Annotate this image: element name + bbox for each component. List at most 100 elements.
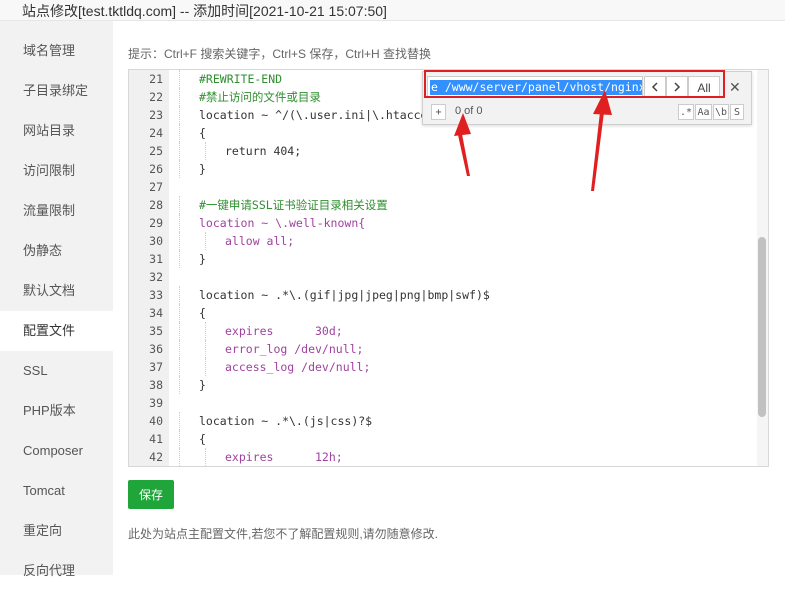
code-line: 42 expires 12h; (129, 448, 757, 466)
code-text: location ~ \.well-known{ (199, 216, 366, 230)
code-line: 30 allow all; (129, 232, 757, 250)
indent-guide (179, 358, 180, 376)
indent-guide (205, 322, 206, 340)
line-number: 25 (149, 144, 163, 158)
find-prev-button[interactable] (644, 76, 666, 98)
indent-guide (179, 250, 180, 268)
code-text: expires 30d; (225, 324, 343, 338)
config-footnote: 此处为站点主配置文件,若您不了解配置规则,请勿随意修改. (128, 527, 439, 541)
code-text: } (199, 162, 206, 176)
code-line: 26} (129, 160, 757, 178)
sidebar-item[interactable]: 访问限制 (0, 151, 113, 191)
code-line: 39 (129, 394, 757, 412)
code-text: access_log /dev/null; (225, 360, 371, 374)
indent-guide (179, 430, 180, 448)
line-number: 27 (149, 180, 163, 194)
code-text: return 404; (225, 144, 302, 158)
indent-guide (179, 232, 180, 250)
sidebar-item[interactable]: 伪静态 (0, 231, 113, 271)
sidebar: 域名管理 子目录绑定 网站目录 访问限制 流量限制 伪静态 默认文档 配置文件 SSL PHP版本… (0, 21, 113, 578)
sidebar-item[interactable]: 反向代理 (0, 551, 113, 591)
code-text: error_log /dev/null; (225, 342, 364, 356)
code-text: location ~ ^/(\.user.ini|\.htaccess (199, 108, 442, 122)
sidebar-item[interactable]: PHP版本 (0, 391, 113, 431)
code-text: { (199, 306, 206, 320)
indent-guide (205, 340, 206, 358)
line-number: 26 (149, 162, 163, 176)
in-selection-toggle[interactable]: S (730, 104, 744, 120)
indent-guide (205, 142, 206, 160)
code-line: 28 #一键申请SSL证书验证目录相关设置 (129, 196, 757, 214)
line-number: 36 (149, 342, 163, 356)
code-text: } (199, 252, 206, 266)
toggle-replace-button[interactable]: + (431, 104, 446, 120)
code-text: #禁止访问的文件或目录 (199, 90, 321, 104)
case-sensitive-toggle[interactable]: Aa (695, 104, 712, 120)
chevron-right-icon (674, 82, 681, 92)
indent-guide (179, 304, 180, 322)
code-line: 25 return 404; (129, 142, 757, 160)
close-icon[interactable]: ✕ (729, 79, 741, 96)
sidebar-item[interactable]: 流量限制 (0, 191, 113, 231)
line-number: 35 (149, 324, 163, 338)
code-text: #一键申请SSL证书验证目录相关设置 (199, 198, 388, 212)
code-line: 34 { (129, 304, 757, 322)
code-text: { (199, 432, 206, 446)
line-number: 40 (149, 414, 163, 428)
indent-guide (179, 412, 180, 430)
line-number: 39 (149, 396, 163, 410)
find-all-button[interactable]: All (688, 76, 720, 98)
whole-word-toggle[interactable]: \b (713, 104, 729, 120)
find-next-button[interactable] (666, 76, 688, 98)
sidebar-item[interactable]: Composer (0, 431, 113, 471)
indent-guide (179, 70, 180, 88)
match-count: 0 of 0 (455, 105, 483, 117)
indent-guide (179, 106, 180, 124)
code-text: expires 12h; (225, 450, 343, 464)
indent-guide (179, 322, 180, 340)
code-line: 36 error_log /dev/null; (129, 340, 757, 358)
find-options-row: + 0 of 0 .* Aa \b S (423, 102, 751, 124)
code-line: 27 (129, 178, 757, 196)
regex-toggle[interactable]: .* (678, 104, 694, 120)
find-input[interactable]: e /www/server/panel/vhost/nginx (427, 76, 643, 98)
editor-scrollbar[interactable] (757, 70, 768, 466)
indent-guide (205, 232, 206, 250)
line-number: 41 (149, 432, 163, 446)
sidebar-item[interactable]: 子目录绑定 (0, 71, 113, 111)
line-number: 37 (149, 360, 163, 374)
line-number: 42 (149, 450, 163, 464)
sidebar-item[interactable]: Tomcat (0, 471, 113, 511)
indent-guide (179, 214, 180, 232)
code-line: 32 (129, 268, 757, 286)
code-line: 40 location ~ .*\.(js|css)?$ (129, 412, 757, 430)
code-line: 33 location ~ .*\.(gif|jpg|jpeg|png|bmp|s… (129, 286, 757, 304)
line-number: 29 (149, 216, 163, 230)
line-number: 38 (149, 378, 163, 392)
indent-guide (205, 358, 206, 376)
shortcut-hint: 提示：Ctrl+F 搜索关键字，Ctrl+S 保存，Ctrl+H 查找替换 (128, 47, 432, 61)
code-text: allow all; (225, 234, 295, 248)
indent-guide (179, 286, 180, 304)
code-text: #REWRITE-END (199, 72, 283, 86)
line-number: 34 (149, 306, 163, 320)
code-line: 29 location ~ \.well-known{ (129, 214, 757, 232)
sidebar-item[interactable]: SSL (0, 351, 113, 391)
line-number: 30 (149, 234, 163, 248)
code-line: 41 { (129, 430, 757, 448)
sidebar-item[interactable]: 域名管理 (0, 31, 113, 71)
find-panel: e /www/server/panel/vhost/nginx All ✕ + … (422, 71, 752, 125)
sidebar-item[interactable]: 网站目录 (0, 111, 113, 151)
line-number: 28 (149, 198, 163, 212)
sidebar-item[interactable]: 重定向 (0, 511, 113, 551)
line-number: 32 (149, 270, 163, 284)
sidebar-item[interactable]: 配置文件 (0, 311, 113, 351)
config-editor[interactable]: 21 #REWRITE-END 22 #禁止访问的文件或目录 23 location ~ … (128, 69, 769, 467)
scrollbar-thumb[interactable] (758, 237, 766, 417)
sidebar-item[interactable]: 默认文档 (0, 271, 113, 311)
save-button[interactable]: 保存 (128, 480, 174, 509)
window-title: 站点修改[test.tktldq.com] -- 添加时间[2021-10-21… (22, 3, 387, 19)
indent-guide (179, 196, 180, 214)
code-line: 38} (129, 376, 757, 394)
find-query-selection: e /www/server/panel/vhost/nginx (430, 80, 642, 95)
